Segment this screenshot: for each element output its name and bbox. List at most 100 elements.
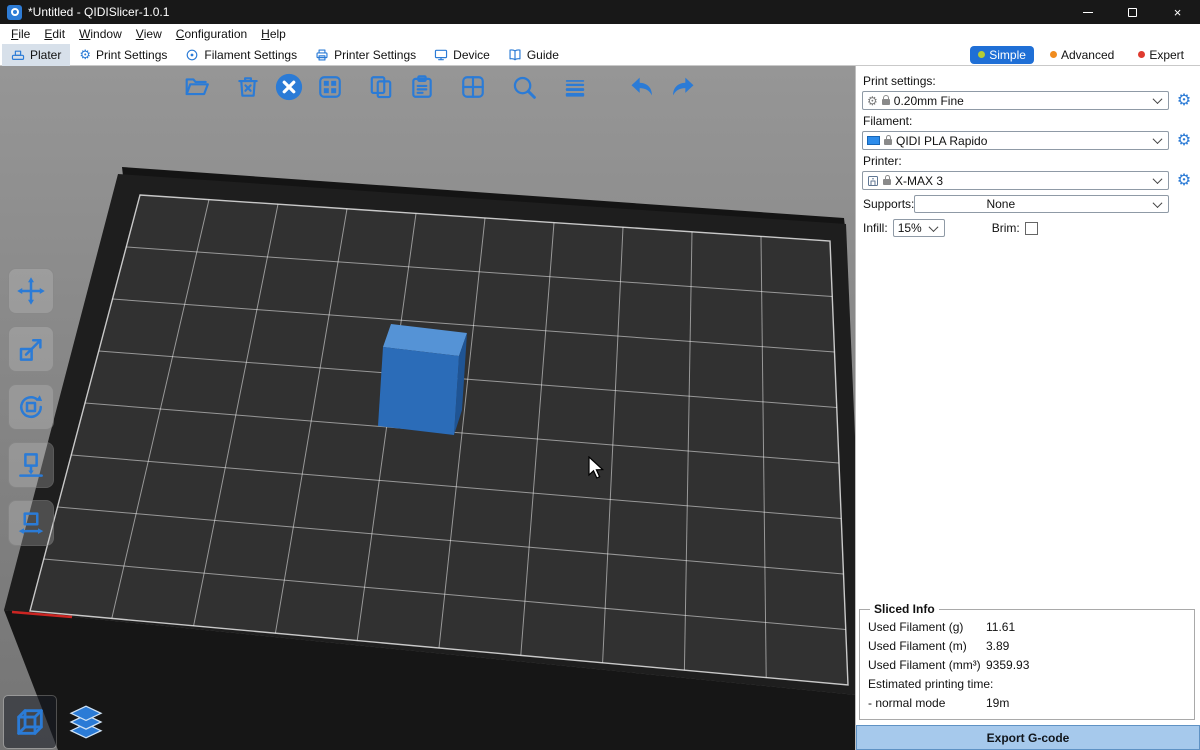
minimize-button[interactable] [1065,0,1110,24]
redo-icon [669,73,697,101]
paste-button[interactable] [405,70,439,104]
menu-help[interactable]: Help [254,24,293,44]
mode-simple[interactable]: Simple [970,46,1034,64]
paste-icon [409,74,435,100]
layers-view-icon [67,703,105,741]
measure-icon [16,508,46,538]
tab-guide[interactable]: Guide [499,44,568,66]
filament-color-swatch [867,136,880,145]
tab-device[interactable]: Device [425,44,499,66]
rotate-button[interactable] [8,384,54,430]
app-icon [7,5,22,20]
filament-label: Filament: [863,114,1194,128]
search-icon [511,74,538,101]
copy-button[interactable] [364,70,398,104]
delete-button[interactable] [231,70,265,104]
filament-icon [185,48,199,62]
supports-select[interactable]: None [914,195,1169,213]
variable-layer-height-button[interactable] [558,70,592,104]
sliced-info-title: Sliced Info [870,602,939,616]
app-window: *Untitled - QIDISlicer-1.0.1 × File Edit… [0,0,1200,750]
rotate-icon [16,392,46,422]
infill-select[interactable]: 15% [893,219,945,237]
move-button[interactable] [8,268,54,314]
menubar: File Edit Window View Configuration Help [0,24,1200,44]
mode-advanced[interactable]: Advanced [1042,46,1122,64]
3d-view-button[interactable] [4,696,56,748]
printer-label: Printer: [863,154,1194,168]
lock-icon [882,99,890,105]
scene-canvas[interactable] [0,66,855,750]
place-on-face-button[interactable] [8,442,54,488]
lock-icon [883,179,891,185]
maximize-button[interactable] [1110,0,1155,24]
gear-icon: ⚙ [79,48,91,61]
delete-all-icon [274,72,304,102]
sliced-info-panel: Sliced Info Used Filament (g)11.61 Used … [859,602,1195,720]
scale-icon [16,334,46,364]
menu-edit[interactable]: Edit [37,24,72,44]
split-icon [460,74,486,100]
print-settings-label: Print settings: [863,74,1194,88]
arrange-icon [317,74,343,100]
print-settings-select[interactable]: ⚙ 0.20mm Fine [862,91,1169,110]
menu-window[interactable]: Window [72,24,129,44]
simple-dot-icon [978,51,985,58]
maximize-icon [1128,8,1137,17]
tabbar: Plater ⚙ Print Settings Filament Setting… [0,44,1200,66]
3d-viewport[interactable] [0,66,855,750]
open-button[interactable] [180,70,214,104]
settings-sidebar: Print settings: ⚙ 0.20mm Fine ⚙ Filament… [855,66,1200,750]
arrange-button[interactable] [313,70,347,104]
model-cube[interactable] [378,324,467,435]
search-button[interactable] [507,70,541,104]
sliced-info-row: Used Filament (mm³)9359.93 [868,656,1186,675]
tab-printer-settings[interactable]: Printer Settings [306,44,425,66]
close-icon: × [1174,6,1182,19]
move-icon [16,276,46,306]
minimize-icon [1083,12,1093,13]
sliced-info-row: Used Filament (m)3.89 [868,637,1186,656]
mode-expert[interactable]: Expert [1130,46,1192,64]
undo-button[interactable] [625,70,659,104]
brim-checkbox[interactable] [1025,222,1038,235]
infill-label: Infill: [863,221,888,235]
print-settings-gear-button[interactable]: ⚙ [1174,93,1194,109]
window-title: *Untitled - QIDISlicer-1.0.1 [28,5,169,19]
guide-icon [508,48,522,62]
filament-select[interactable]: QIDI PLA Rapido [862,131,1169,150]
mode-switch: Simple Advanced Expert [970,46,1192,64]
place-on-face-icon [16,450,46,480]
menu-configuration[interactable]: Configuration [169,24,254,44]
titlebar: *Untitled - QIDISlicer-1.0.1 × [0,0,1200,24]
printer-gear-button[interactable]: ⚙ [1174,173,1194,189]
menu-file[interactable]: File [4,24,37,44]
redo-button[interactable] [666,70,700,104]
printer-select[interactable]: X-MAX 3 [862,171,1169,190]
layers-view-button[interactable] [60,696,112,748]
chevron-down-icon [928,222,938,232]
menu-view[interactable]: View [129,24,169,44]
3d-view-icon [13,705,47,739]
scale-button[interactable] [8,326,54,372]
tab-plater[interactable]: Plater [2,44,70,66]
delete-all-button[interactable] [272,70,306,104]
export-gcode-button[interactable]: Export G-code [856,725,1200,750]
filament-gear-button[interactable]: ⚙ [1174,133,1194,149]
viewport-toolbar [180,70,700,104]
advanced-dot-icon [1050,51,1057,58]
device-icon [434,48,448,62]
split-button[interactable] [456,70,490,104]
view-switch [4,696,112,748]
chevron-down-icon [1153,134,1163,144]
copy-icon [368,74,394,100]
tab-filament-settings[interactable]: Filament Settings [176,44,306,66]
tab-print-settings[interactable]: ⚙ Print Settings [70,44,176,66]
sliced-info-row: Used Filament (g)11.61 [868,618,1186,637]
close-button[interactable]: × [1155,0,1200,24]
printer-icon [315,48,329,62]
undo-icon [628,73,656,101]
measure-button[interactable] [8,500,54,546]
preset-gear-icon: ⚙ [867,95,878,107]
sliced-info-row: Estimated printing time: [868,675,1186,694]
